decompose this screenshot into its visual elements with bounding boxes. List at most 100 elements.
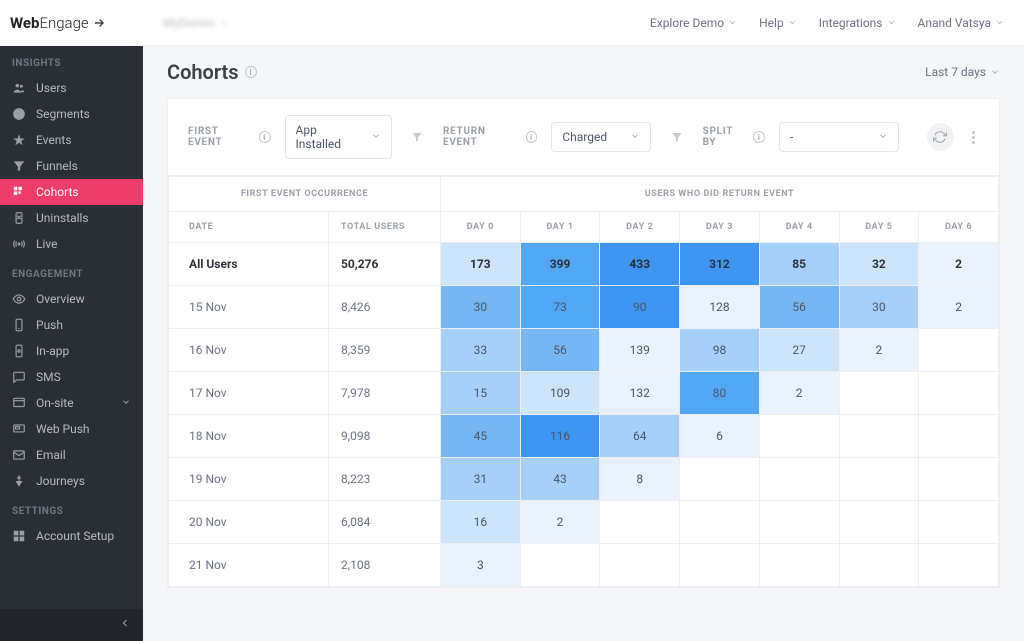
cohort-cell[interactable]: 2 <box>919 243 999 286</box>
cohort-cell[interactable]: 98 <box>680 329 760 372</box>
cohort-cell[interactable]: 2 <box>759 372 839 415</box>
sidebar-item-segments[interactable]: Segments <box>0 101 143 127</box>
table-row: All Users50,27617339943331285322 <box>169 243 999 286</box>
empty-cell <box>919 544 999 587</box>
sidebar-item-cohorts[interactable]: Cohorts <box>0 179 143 205</box>
logo-text-a: Web <box>10 14 39 32</box>
segments-icon <box>12 107 26 121</box>
col-day-1: DAY 1 <box>520 212 600 243</box>
cohort-cell[interactable]: 32 <box>839 243 919 286</box>
workspace-switcher[interactable]: MyDomm <box>163 16 229 30</box>
sidebar-item-users[interactable]: Users <box>0 75 143 101</box>
cohort-cell[interactable]: 15 <box>441 372 521 415</box>
more-menu-button[interactable] <box>968 127 979 148</box>
cohort-cell[interactable]: 2 <box>839 329 919 372</box>
first-event-select[interactable]: App Installed <box>285 115 392 159</box>
nav-item-label: Overview <box>36 292 85 306</box>
sidebar-item-live[interactable]: Live <box>0 231 143 257</box>
cohort-cell[interactable]: 33 <box>441 329 521 372</box>
cohort-cell[interactable]: 43 <box>520 458 600 501</box>
sidebar-item-push[interactable]: Push <box>0 312 143 338</box>
cohort-cell[interactable]: 56 <box>759 286 839 329</box>
cohort-cell[interactable]: 64 <box>600 415 680 458</box>
row-date: 15 Nov <box>169 286 329 329</box>
cohort-cell[interactable]: 73 <box>520 286 600 329</box>
cohort-cell[interactable]: 132 <box>600 372 680 415</box>
info-icon[interactable]: i <box>753 131 765 143</box>
nav-item-label: Account Setup <box>36 529 114 543</box>
account-icon <box>12 529 26 543</box>
info-icon[interactable]: i <box>245 66 257 78</box>
nav-item-label: Journeys <box>36 474 85 488</box>
top-link-anand-vatsya[interactable]: Anand Vatsya <box>918 16 1005 30</box>
empty-cell <box>600 501 680 544</box>
row-total: 8,359 <box>329 329 441 372</box>
refresh-button[interactable] <box>927 123 954 151</box>
empty-cell <box>520 544 600 587</box>
cohort-cell[interactable]: 3 <box>441 544 521 587</box>
chevron-down-icon <box>371 131 381 141</box>
cohort-cell[interactable]: 2 <box>919 286 999 329</box>
nav-item-label: Uninstalls <box>36 211 89 225</box>
top-link-help[interactable]: Help <box>759 16 797 30</box>
cohort-cell[interactable]: 139 <box>600 329 680 372</box>
events-icon <box>12 133 26 147</box>
cohort-cell[interactable]: 85 <box>759 243 839 286</box>
cohort-cell[interactable]: 30 <box>839 286 919 329</box>
cohort-cell[interactable]: 45 <box>441 415 521 458</box>
filter-return-event-button[interactable] <box>665 125 688 149</box>
cohort-cell[interactable]: 16 <box>441 501 521 544</box>
date-range-picker[interactable]: Last 7 days <box>925 65 1000 79</box>
sidebar-item-funnels[interactable]: Funnels <box>0 153 143 179</box>
split-by-select[interactable]: - <box>779 122 899 152</box>
sidebar-item-journeys[interactable]: Journeys <box>0 468 143 494</box>
cohort-cell[interactable]: 80 <box>680 372 760 415</box>
sidebar-item-sms[interactable]: SMS <box>0 364 143 390</box>
info-icon[interactable]: i <box>526 131 538 143</box>
split-by-label: SPLIT BY i <box>703 126 765 148</box>
empty-cell <box>680 501 760 544</box>
sidebar-item-email[interactable]: Email <box>0 442 143 468</box>
email-icon <box>12 448 26 462</box>
cohort-cell[interactable]: 433 <box>600 243 680 286</box>
cohort-cell[interactable]: 6 <box>680 415 760 458</box>
cohort-cell[interactable]: 399 <box>520 243 600 286</box>
cohort-cell[interactable]: 27 <box>759 329 839 372</box>
filter-first-event-button[interactable] <box>406 125 429 149</box>
cohort-cell[interactable]: 56 <box>520 329 600 372</box>
cohort-cell[interactable]: 2 <box>520 501 600 544</box>
logo[interactable]: WebEngage <box>0 0 143 46</box>
sidebar-item-account-setup[interactable]: Account Setup <box>0 523 143 549</box>
sidebar-collapse-button[interactable] <box>0 609 143 641</box>
top-link-explore-demo[interactable]: Explore Demo <box>650 16 737 30</box>
sidebar-item-events[interactable]: Events <box>0 127 143 153</box>
cohort-cell[interactable]: 90 <box>600 286 680 329</box>
sidebar-item-web-push[interactable]: Web Push <box>0 416 143 442</box>
cohort-cell[interactable]: 116 <box>520 415 600 458</box>
sidebar-item-on-site[interactable]: On-site <box>0 390 143 416</box>
onsite-icon <box>12 396 26 410</box>
top-link-integrations[interactable]: Integrations <box>819 16 896 30</box>
return-event-label: RETURN EVENT i <box>443 126 537 148</box>
nav-item-label: Live <box>36 237 57 251</box>
cohort-cell[interactable]: 109 <box>520 372 600 415</box>
nav-item-label: Cohorts <box>36 185 79 199</box>
cohort-cell[interactable]: 8 <box>600 458 680 501</box>
sidebar-item-uninstalls[interactable]: Uninstalls <box>0 205 143 231</box>
col-total: TOTAL USERS <box>329 212 441 243</box>
info-icon[interactable]: i <box>259 131 271 143</box>
cohort-cell[interactable]: 128 <box>680 286 760 329</box>
workspace-name: MyDomm <box>163 16 215 30</box>
cohort-cell[interactable]: 173 <box>441 243 521 286</box>
nav-item-label: Events <box>36 133 72 147</box>
sidebar-item-in-app[interactable]: In-app <box>0 338 143 364</box>
cohort-cell[interactable]: 31 <box>441 458 521 501</box>
return-event-select[interactable]: Charged <box>551 122 651 152</box>
section-label: SETTINGS <box>0 494 143 523</box>
logo-arrow-icon <box>92 16 106 30</box>
cohort-cell[interactable]: 30 <box>441 286 521 329</box>
empty-cell <box>919 415 999 458</box>
cohort-cell[interactable]: 312 <box>680 243 760 286</box>
sidebar-item-overview[interactable]: Overview <box>0 286 143 312</box>
return-event-value: Charged <box>562 130 607 144</box>
